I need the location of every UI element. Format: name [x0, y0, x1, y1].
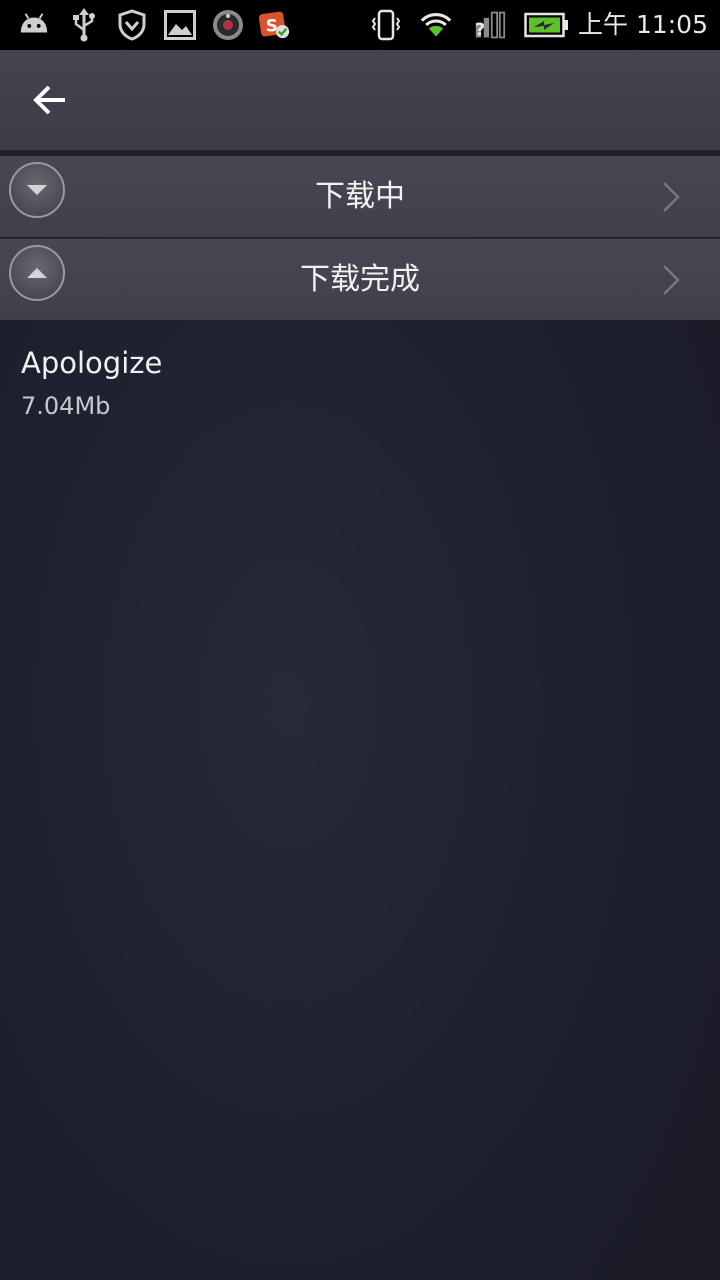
download-title: Apologize — [21, 346, 163, 380]
camera-app-icon — [212, 9, 244, 41]
status-time: 上午 11:05 — [578, 10, 708, 39]
arrow-left-icon — [33, 85, 65, 115]
back-button[interactable] — [22, 78, 78, 122]
battery-charging-icon — [523, 9, 571, 41]
usb-icon — [68, 8, 100, 42]
svg-text:?: ? — [475, 21, 485, 41]
category-row-completed[interactable]: 下载完成 — [0, 238, 720, 320]
download-size: 7.04Mb — [21, 392, 111, 420]
expand-toggle-button[interactable] — [9, 162, 65, 218]
download-item[interactable]: Apologize 7.04Mb — [0, 322, 720, 432]
shield-icon — [116, 9, 148, 41]
category-label: 下载完成 — [300, 262, 420, 297]
category-row-downloading[interactable]: 下载中 — [0, 156, 720, 237]
collapse-toggle-button[interactable] — [9, 245, 65, 301]
android-debug-icon — [18, 9, 50, 41]
svg-text:S: S — [266, 16, 278, 36]
gallery-icon — [164, 9, 196, 41]
status-bar: S ? 上午 11:05 — [0, 0, 720, 50]
app-badge-icon: S — [259, 9, 291, 41]
category-label: 下载中 — [315, 179, 405, 214]
vibrate-icon — [370, 9, 402, 41]
wifi-icon — [420, 9, 452, 41]
chevron-right-icon — [663, 265, 680, 295]
signal-unknown-icon: ? — [474, 9, 506, 41]
action-bar — [0, 50, 720, 150]
chevron-right-icon — [663, 182, 680, 212]
chevron-up-circle-icon — [27, 268, 47, 278]
chevron-down-circle-icon — [27, 185, 47, 195]
